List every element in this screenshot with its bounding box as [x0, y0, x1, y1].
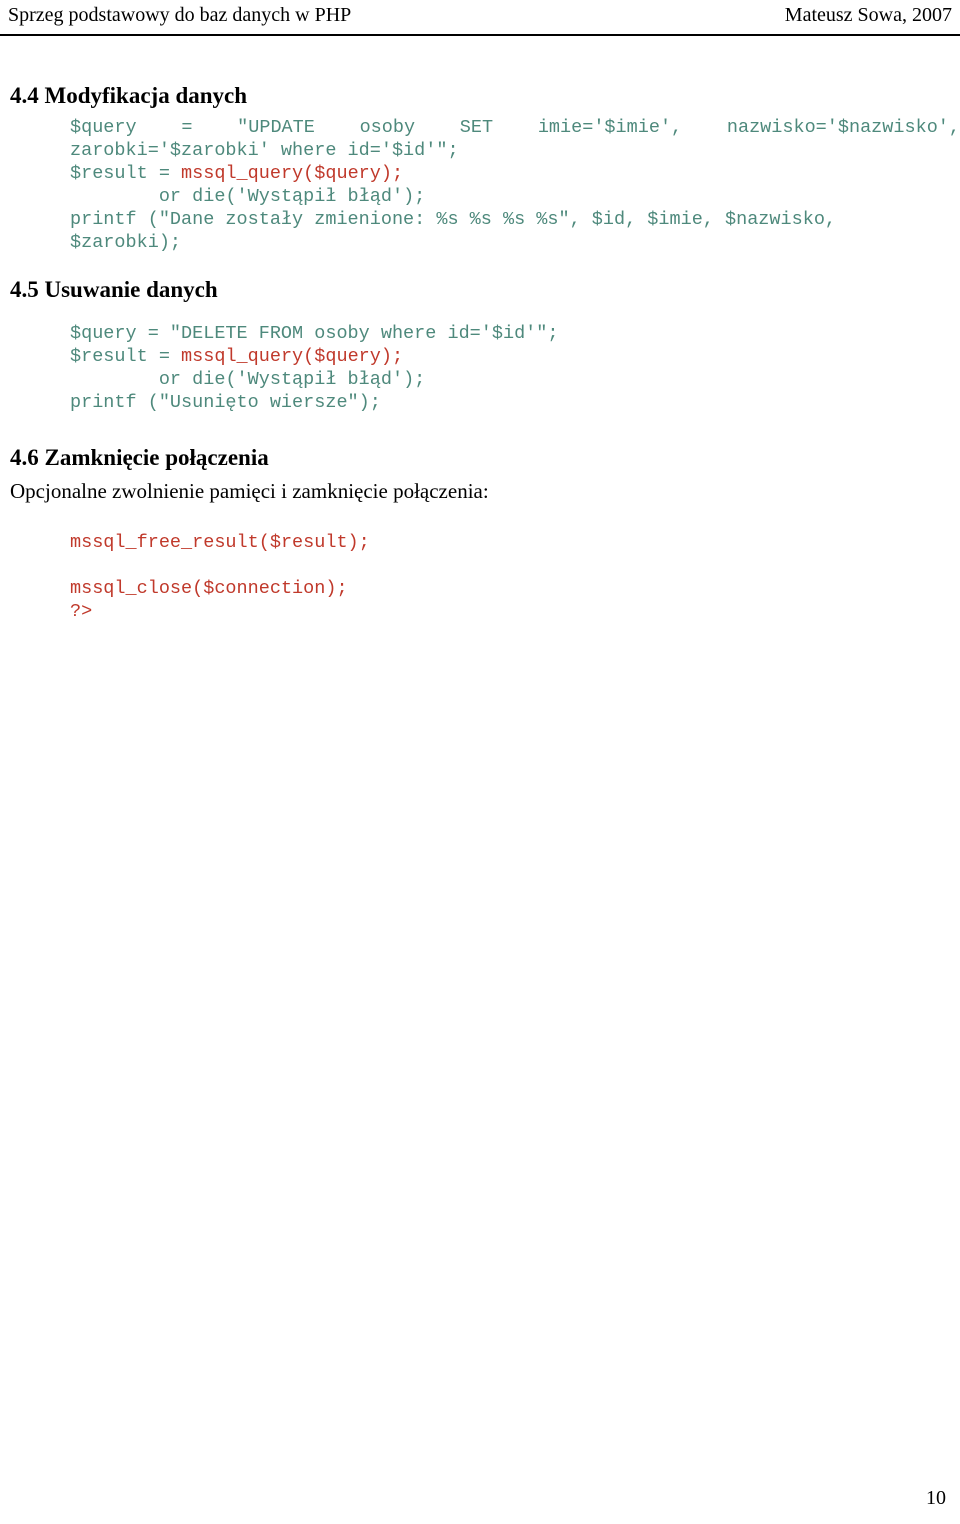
code-line: zarobki='$zarobki' where id='$id'";	[70, 140, 459, 161]
section-4-6: 4.6 Zamknięcie połączenia Opcjonalne zwo…	[10, 444, 950, 623]
heading-code-gap	[10, 310, 950, 322]
section-4-4: 4.4 Modyfikacja danych $query = "UPDATE …	[10, 82, 960, 254]
section-4-4-code-block: $query = "UPDATE osoby SET imie='$imie',…	[10, 116, 960, 254]
section-4-5: 4.5 Usuwanie danych $query = "DELETE FRO…	[10, 276, 950, 414]
code-token-assign: $result =	[70, 346, 182, 367]
code-token-function-args: ($query);	[303, 163, 404, 184]
header-document-title: Sprzeg podstawowy do baz danych w PHP	[8, 4, 352, 26]
code-token-assign: $result =	[70, 163, 182, 184]
section-4-5-heading: 4.5 Usuwanie danych	[10, 277, 218, 302]
code-token-function-args: ($query);	[303, 346, 404, 367]
prose-code-gap	[10, 509, 950, 531]
code-line: printf ("Dane zostały zmienione: %s %s %…	[70, 209, 837, 230]
section-4-4-heading: 4.4 Modyfikacja danych	[10, 83, 248, 108]
code-line: printf ("Usunięto wiersze");	[70, 392, 381, 413]
header-author-year: Mateusz Sowa, 2007	[784, 4, 952, 26]
code-line: $query = "DELETE FROM osoby where id='$i…	[70, 323, 559, 344]
code-line: or die('Wystąpił błąd');	[70, 369, 426, 390]
section-4-5-code-block: $query = "DELETE FROM osoby where id='$i…	[10, 322, 960, 414]
code-line: $result = mssql_query($query);	[70, 345, 960, 368]
section-4-6-code-block: mssql_free_result($result); mssql_close(…	[10, 531, 960, 623]
code-line: mssql_close($connection);	[70, 577, 960, 600]
code-token-function-args: ($connection);	[192, 578, 348, 599]
section-4-6-heading: 4.6 Zamknięcie połączenia	[10, 445, 269, 470]
code-line: $query = "UPDATE osoby SET imie='$imie',…	[70, 116, 960, 139]
page-running-header: Sprzeg podstawowy do baz danych w PHP Ma…	[0, 0, 960, 36]
code-token-function-name: mssql_close	[70, 578, 193, 599]
document-body: 4.4 Modyfikacja danych $query = "UPDATE …	[0, 36, 960, 623]
section-4-6-intro-text: Opcjonalne zwolnienie pamięci i zamknięc…	[10, 479, 489, 503]
code-line: or die('Wystąpił błąd');	[70, 186, 426, 207]
top-spacer	[10, 36, 950, 82]
code-line-php-close-tag: ?>	[70, 601, 93, 622]
code-token-function-name: mssql_query	[181, 163, 304, 184]
code-line: $result = mssql_query($query);	[70, 162, 960, 185]
code-token-function-name: mssql_query	[181, 346, 304, 367]
page-number: 10	[926, 1487, 946, 1509]
code-line: mssql_free_result($result);	[70, 531, 960, 554]
code-line-text: $query = "UPDATE osoby SET imie='$imie',…	[70, 117, 960, 138]
code-line: $zarobki);	[70, 232, 182, 253]
code-token-function-args: ($result);	[258, 532, 370, 553]
code-token-function-name: mssql_free_result	[70, 532, 259, 553]
